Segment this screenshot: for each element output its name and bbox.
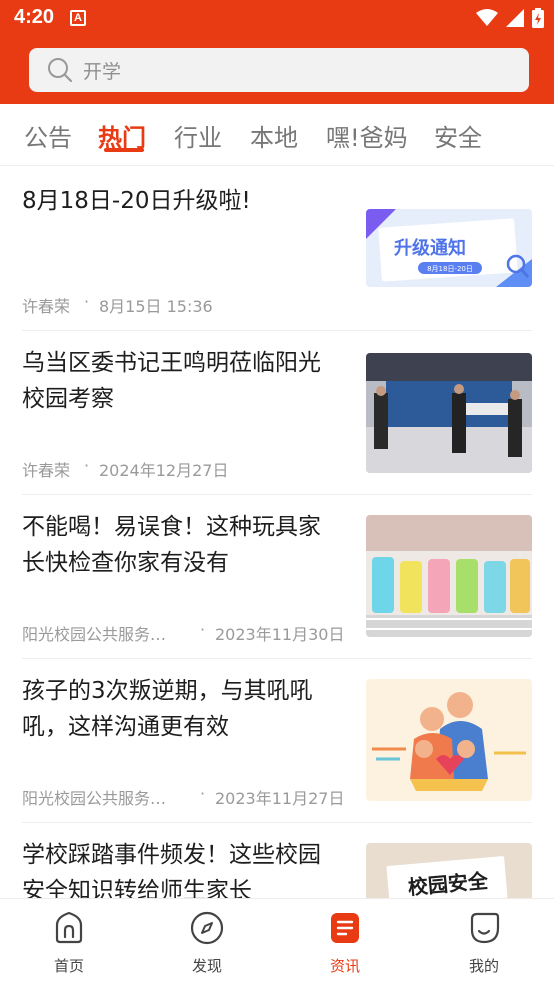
article-title: 8月18日-20日升级啦! [22,188,251,214]
thumb-subtitle: 8月18日-20日 [427,265,473,273]
status-icons [476,6,544,30]
article-source: 许春荣 [22,461,71,480]
nav-label: 发现 [191,957,222,975]
tab-industry[interactable]: 行业 [174,118,222,153]
profile-icon [470,912,500,944]
notification-app-icon: A [70,10,86,26]
list-item[interactable]: 8月18日-20日升级啦! 许春荣 · 8月15日 15:36 升级通知 8月1… [0,167,554,331]
thumb-title: 升级通知 [394,237,466,259]
search-bar[interactable]: 开学 [29,48,529,92]
bottom-navigation: 首页 发现 资讯 我的 [0,898,554,984]
search-icon [48,58,73,83]
article-date: 2023年11月30日 [215,625,345,644]
nav-discover[interactable]: 发现 [167,911,247,976]
active-tab-indicator [104,148,144,152]
meta-separator: · [84,456,90,475]
nav-label: 我的 [468,957,499,975]
article-title: 不能喝！易误食！这种玩具家长快检查你家有没有 [22,514,321,576]
nav-label: 资讯 [329,957,360,975]
article-thumbnail: 升级通知 8月18日-20日 [366,209,532,287]
search-placeholder: 开学 [83,60,122,83]
nav-news[interactable]: 资讯 [305,911,385,976]
tab-safety[interactable]: 安全 [434,118,482,153]
article-thumbnail [366,353,532,473]
nav-label: 首页 [53,957,84,975]
article-source: 阳光校园公共服务… [22,789,167,808]
article-title: 学校踩踏事件频发！这些校园安全知识转给师生家长 [22,842,321,898]
tab-parents[interactable]: 嘿!爸妈 [326,118,408,153]
article-date: 2024年12月27日 [99,461,229,480]
meta-separator: · [84,292,90,311]
article-source: 阳光校园公共服务… [22,625,167,644]
article-thumbnail [366,515,532,637]
app-header: 4:20 A 开学 [0,0,554,104]
article-date: 2023年11月27日 [215,789,345,808]
home-icon [55,911,83,944]
compass-icon [190,911,224,945]
list-item[interactable]: 孩子的3次叛逆期，与其吼吼吼，这样沟通更有效 阳光校园公共服务… · 2023年… [0,659,554,823]
article-source: 许春荣 [22,297,71,316]
meta-separator: · [200,784,206,803]
nav-profile[interactable]: 我的 [444,911,524,976]
category-tabs: 公告 热门 行业 本地 嘿!爸妈 安全 [0,104,554,166]
list-item[interactable]: 乌当区委书记王鸣明莅临阳光校园考察 许春荣 · 2024年12月27日 [0,331,554,495]
article-date: 8月15日 15:36 [99,297,213,316]
wifi-icon [476,9,498,26]
article-thumbnail [366,679,532,801]
tab-local[interactable]: 本地 [250,118,298,153]
article-title: 乌当区委书记王鸣明莅临阳光校园考察 [22,350,321,412]
meta-separator: · [200,620,206,639]
battery-icon [532,8,544,28]
signal-icon [506,9,524,27]
nav-home[interactable]: 首页 [29,911,109,976]
news-icon [331,913,359,943]
article-thumbnail: 校园安全 [366,843,532,898]
list-item[interactable]: 不能喝！易误食！这种玩具家长快检查你家有没有 阳光校园公共服务… · 2023年… [0,495,554,659]
article-title: 孩子的3次叛逆期，与其吼吼吼，这样沟通更有效 [22,678,313,740]
status-time: 4:20 [14,6,55,28]
list-item[interactable]: 学校踩踏事件频发！这些校园安全知识转给师生家长 校园安全 [0,823,554,898]
tab-announcement[interactable]: 公告 [24,118,72,153]
